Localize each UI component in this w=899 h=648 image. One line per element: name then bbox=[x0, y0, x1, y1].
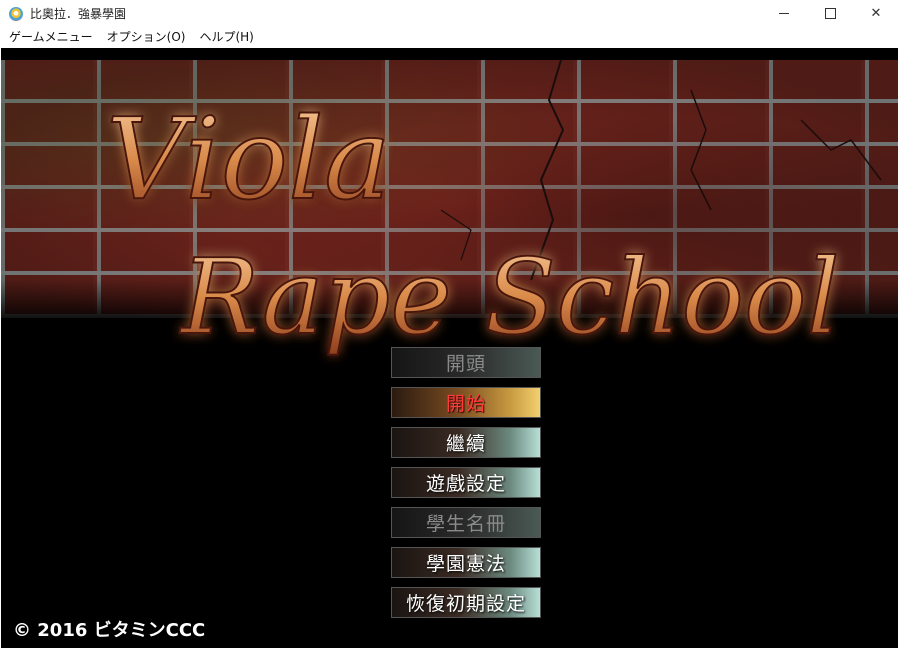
student-roster-button: 學生名冊 bbox=[391, 507, 541, 538]
window-controls: ✕ bbox=[761, 0, 899, 27]
copyright-notice: © 2016 ビタミンCCC bbox=[13, 620, 206, 641]
window-title-bar[interactable]: 比奧拉．強暴學園 ✕ bbox=[0, 0, 899, 27]
student-roster-button-label: 學生名冊 bbox=[425, 513, 506, 535]
close-button[interactable]: ✕ bbox=[853, 0, 899, 27]
window-title: 比奧拉．強暴學園 bbox=[30, 7, 127, 21]
continue-button[interactable]: 繼續 bbox=[391, 427, 541, 458]
minimize-button[interactable] bbox=[761, 0, 807, 27]
maximize-button[interactable] bbox=[807, 0, 853, 27]
menu-game[interactable]: ゲームメニュー bbox=[0, 27, 100, 48]
reset-settings-button[interactable]: 恢復初期設定 bbox=[391, 587, 541, 618]
game-logo: Viola Rape School bbox=[105, 94, 841, 359]
app-icon bbox=[9, 6, 23, 21]
game-settings-button-label: 遊戲設定 bbox=[425, 473, 506, 495]
menu-help[interactable]: ヘルプ(H) bbox=[192, 27, 260, 48]
close-icon: ✕ bbox=[870, 6, 882, 21]
start-button[interactable]: 開始 bbox=[391, 387, 541, 418]
game-settings-button[interactable]: 遊戲設定 bbox=[391, 467, 541, 498]
minimize-icon bbox=[779, 13, 789, 14]
game-screen[interactable]: Viola Rape School 開頭 開始 繼續 遊戲設定 學生名冊 學園憲… bbox=[1, 48, 898, 648]
reset-settings-button-label: 恢復初期設定 bbox=[405, 593, 526, 615]
logo-line-rape-school: Rape School bbox=[179, 236, 840, 358]
logo-line-viola: Viola bbox=[106, 95, 391, 225]
maximize-icon bbox=[824, 8, 836, 19]
opening-button: 開頭 bbox=[391, 347, 541, 378]
menu-bar: ゲームメニュー オプション(O) ヘルプ(H) bbox=[0, 27, 899, 48]
menu-options[interactable]: オプション(O) bbox=[100, 27, 193, 48]
school-constitution-button-label: 學園憲法 bbox=[425, 553, 506, 575]
school-constitution-button[interactable]: 學園憲法 bbox=[391, 547, 541, 578]
opening-button-label: 開頭 bbox=[445, 353, 486, 375]
continue-button-label: 繼續 bbox=[445, 433, 486, 455]
start-button-label: 開始 bbox=[445, 393, 486, 415]
